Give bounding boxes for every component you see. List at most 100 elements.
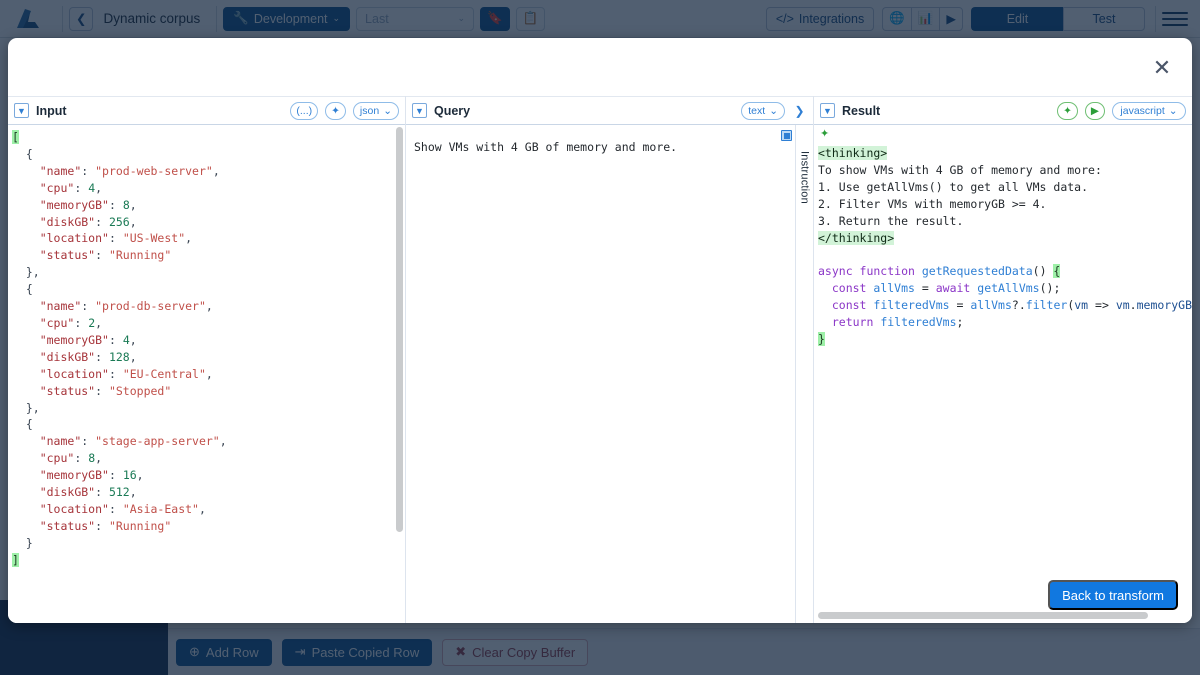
code-token: "cpu" — [40, 451, 75, 465]
code-token: }, — [26, 265, 40, 279]
code-line: "name": "stage-app-server", — [12, 433, 405, 450]
panel-container: ▼ Input (...) ✦ json ⌄ [ { "name": "prod… — [8, 96, 1192, 623]
code-token: To show VMs with 4 GB of memory and more… — [818, 163, 1102, 177]
query-editor[interactable]: Show VMs with 4 GB of memory and more. I… — [406, 125, 813, 623]
code-line: }, — [12, 400, 405, 417]
code-line: "location": "US-West", — [12, 230, 405, 247]
code-token: "stage-app-server" — [95, 434, 220, 448]
code-token: , — [199, 502, 206, 516]
code-line: </thinking> — [818, 230, 1192, 247]
close-icon[interactable]: ✕ — [1148, 54, 1176, 82]
code-token: "name" — [40, 434, 82, 448]
code-token: const — [832, 298, 874, 312]
query-format-value: text — [748, 105, 765, 117]
code-line: } — [818, 331, 1192, 348]
code-token: "Asia-East" — [123, 502, 199, 516]
magic-wand-icon[interactable]: ✦ — [325, 102, 346, 120]
code-token: "prod-web-server" — [95, 164, 213, 178]
code-token: , — [137, 468, 144, 482]
code-token: . — [1130, 298, 1137, 312]
query-text-content[interactable]: Show VMs with 4 GB of memory and more. — [406, 125, 813, 156]
code-line: { — [12, 416, 405, 433]
back-to-transform-button[interactable]: Back to transform — [1048, 580, 1178, 610]
code-token: , — [130, 215, 137, 229]
code-token: "status" — [40, 519, 95, 533]
chevron-down-icon[interactable]: ▼ — [820, 103, 835, 118]
code-line: "cpu": 2, — [12, 315, 405, 332]
chevron-down-icon[interactable]: ▼ — [14, 103, 29, 118]
result-language-select[interactable]: javascript ⌄ — [1112, 102, 1186, 120]
code-token: 8 — [123, 198, 130, 212]
instruction-tab-label: Instruction — [799, 151, 811, 204]
code-token: : — [109, 198, 123, 212]
code-line: { — [12, 146, 405, 163]
code-line: "status": "Stopped" — [12, 383, 405, 400]
code-token: "status" — [40, 248, 95, 262]
code-token: , — [130, 333, 137, 347]
chevron-right-icon[interactable]: ❯ — [792, 102, 807, 120]
result-editor[interactable]: ✦ <thinking> To show VMs with 4 GB of mem… — [814, 125, 1192, 623]
code-token: <thinking> — [818, 146, 887, 160]
ai-sparkle-icon[interactable]: ✦ — [1057, 102, 1078, 120]
code-token: ?. — [1012, 298, 1026, 312]
code-token: "location" — [40, 502, 109, 516]
code-token: const — [832, 281, 874, 295]
chevron-down-icon: ⌄ — [1169, 105, 1178, 117]
code-token: : — [81, 164, 95, 178]
code-token: allVms — [970, 298, 1012, 312]
code-token: 128 — [109, 350, 130, 364]
code-token: = — [950, 298, 971, 312]
copy-icon[interactable] — [781, 130, 792, 141]
chevron-down-icon[interactable]: ▼ — [412, 103, 427, 118]
input-format-select[interactable]: json ⌄ — [353, 102, 399, 120]
code-token: "diskGB" — [40, 485, 95, 499]
code-token: { — [26, 282, 33, 296]
code-token: "cpu" — [40, 316, 75, 330]
code-line: const filteredVms = allVms?.filter(vm =>… — [818, 297, 1192, 314]
code-token: : — [95, 248, 109, 262]
code-token: "cpu" — [40, 181, 75, 195]
code-line: return filteredVms; — [818, 314, 1192, 331]
ai-sparkle-gutter-icon: ✦ — [820, 127, 829, 140]
result-horizontal-scrollbar[interactable] — [818, 612, 1148, 619]
code-token: : — [81, 299, 95, 313]
code-line: async function getRequestedData() { — [818, 263, 1192, 280]
input-vertical-scrollbar[interactable] — [396, 127, 403, 532]
code-line: "diskGB": 256, — [12, 214, 405, 231]
code-line: const allVms = await getAllVms(); — [818, 280, 1192, 297]
input-code-content[interactable]: [ { "name": "prod-web-server", "cpu": 4,… — [8, 125, 405, 569]
query-format-select[interactable]: text ⌄ — [741, 102, 785, 120]
code-token: vm — [1116, 298, 1130, 312]
code-token: "EU-Central" — [123, 367, 206, 381]
input-editor[interactable]: [ { "name": "prod-web-server", "cpu": 4,… — [8, 125, 405, 623]
code-token: , — [130, 485, 137, 499]
code-line: "location": "EU-Central", — [12, 366, 405, 383]
code-token: , — [95, 316, 102, 330]
code-token: , — [95, 451, 102, 465]
code-token: 16 — [123, 468, 137, 482]
code-token: return — [832, 315, 880, 329]
code-token: , — [185, 231, 192, 245]
code-token: filter — [1026, 298, 1068, 312]
result-code-content[interactable]: <thinking> To show VMs with 4 GB of memor… — [814, 125, 1192, 348]
code-token: , — [213, 164, 220, 178]
code-token: ] — [12, 553, 19, 567]
code-token: : — [109, 468, 123, 482]
code-token: : — [81, 434, 95, 448]
code-token: } — [26, 536, 33, 550]
ellipsis-button[interactable]: (...) — [290, 102, 318, 120]
run-play-icon[interactable]: ▶ — [1085, 102, 1105, 120]
app-root: ❮ Dynamic corpus 🔧 Development ⌄ Last ⌄ … — [0, 0, 1200, 675]
code-token: ; — [957, 315, 964, 329]
code-token: : — [109, 231, 123, 245]
result-panel: ▼ Result ✦ ▶ javascript ⌄ ✦ <thinking>To… — [813, 96, 1192, 623]
code-line: "status": "Running" — [12, 518, 405, 535]
code-token: "location" — [40, 367, 109, 381]
code-token: "Stopped" — [109, 384, 171, 398]
code-line: To show VMs with 4 GB of memory and more… — [818, 162, 1192, 179]
code-line: "status": "Running" — [12, 247, 405, 264]
instruction-tab[interactable]: Instruction — [795, 125, 813, 623]
code-line: "cpu": 4, — [12, 180, 405, 197]
code-token: () — [1033, 264, 1054, 278]
code-token: } — [818, 332, 825, 346]
